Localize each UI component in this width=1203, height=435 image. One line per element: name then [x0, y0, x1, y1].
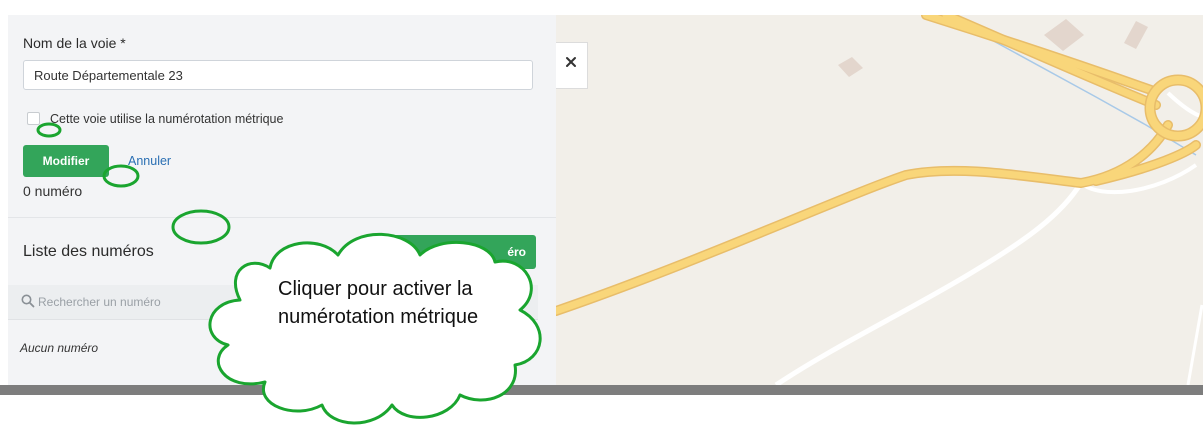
annotation-callout: [36, 122, 542, 425]
bubble-dot-medium: [102, 164, 140, 188]
callout-text: Cliquer pour activer la numérotation mét…: [278, 278, 479, 328]
bubble-dot-small: [36, 122, 62, 138]
bubble-dot-large: [171, 209, 231, 245]
